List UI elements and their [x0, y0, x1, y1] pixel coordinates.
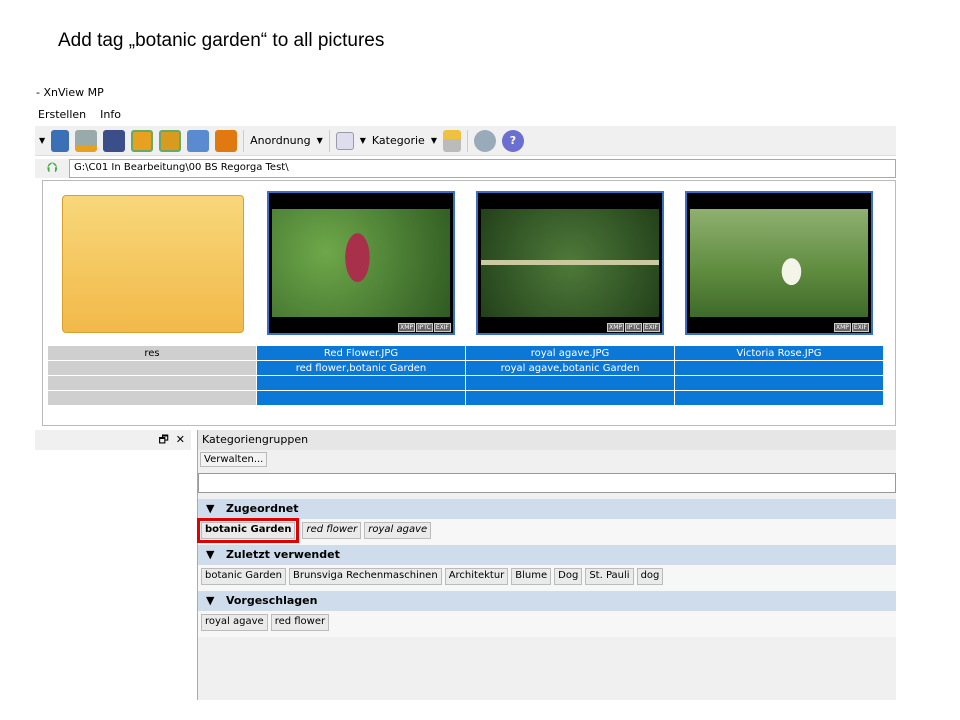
sort-icon[interactable]: [335, 131, 354, 150]
panel-title: Kategoriengruppen: [198, 430, 896, 450]
thumbnail: XMP IPTC EXIF: [267, 191, 455, 335]
item-name: Red Flower.JPG: [257, 346, 465, 361]
folder-icon: [62, 195, 244, 333]
tag-botanic-garden[interactable]: botanic Garden: [196, 518, 300, 543]
badge: EXIF: [642, 323, 660, 332]
gear-icon[interactable]: [473, 129, 496, 152]
image-item[interactable]: XMP IPTC EXIF Red Flower.JPG red flower,bo…: [257, 181, 465, 406]
slide-title: Add tag „botanic garden“ to all pictures: [58, 30, 385, 51]
float-icon[interactable]: 🗗: [158, 433, 168, 446]
section-recent[interactable]: ▼ Zuletzt verwendet: [198, 545, 896, 565]
empty-row: [466, 376, 674, 391]
capture-icon[interactable]: [187, 129, 210, 152]
item-name: res: [48, 346, 256, 361]
tag[interactable]: Blume: [511, 568, 552, 585]
toolbar: ▼ Anordnung ▼ ▼ Kategorie ▼ ?: [35, 126, 896, 156]
chevron-down-icon[interactable]: ▼: [431, 136, 437, 145]
category-button[interactable]: Kategorie: [372, 134, 425, 147]
item-name: Victoria Rose.JPG: [675, 346, 883, 361]
suggested-tags: royal agave red flower: [198, 611, 896, 637]
item-tags: [48, 361, 256, 376]
tag-royal-agave[interactable]: royal agave: [364, 522, 432, 539]
folder-tree-icon[interactable]: [442, 129, 461, 152]
tag[interactable]: Brunsviga Rechenmaschinen: [288, 568, 442, 585]
empty-row: [48, 391, 256, 406]
help-icon[interactable]: ?: [501, 129, 524, 152]
assigned-tags: botanic Garden red flower royal agave: [196, 518, 896, 545]
section-title: Vorgeschlagen: [225, 594, 318, 607]
item-tags: red flower,botanic Garden: [257, 361, 465, 376]
arrange-button[interactable]: Anordnung: [250, 134, 310, 147]
path-input[interactable]: G:\C01 In Bearbeitung\00 BS Regorga Test…: [69, 159, 896, 178]
chevron-down-icon[interactable]: ▼: [360, 136, 366, 145]
menu-bar: Erstellen Info: [38, 108, 121, 121]
tag[interactable]: botanic Garden: [201, 568, 286, 585]
separator: [328, 129, 330, 152]
recent-tags: botanic Garden Brunsviga Rechenmaschinen…: [198, 565, 896, 591]
folder-item[interactable]: res: [48, 181, 256, 406]
convert-icon[interactable]: [131, 129, 154, 152]
tag[interactable]: Architektur: [444, 568, 509, 585]
separator: [243, 129, 245, 152]
thumbnail: XMP IPTC EXIF: [476, 191, 664, 335]
tag[interactable]: royal agave: [201, 614, 268, 631]
tag[interactable]: red flower: [270, 614, 330, 631]
section-assigned[interactable]: ▼ Zugeordnet: [198, 499, 896, 519]
section-title: Zugeordnet: [225, 502, 299, 515]
slideshow-icon[interactable]: [215, 129, 238, 152]
print-icon[interactable]: [75, 129, 98, 152]
close-icon[interactable]: ✕: [176, 433, 185, 446]
empty-row: [675, 391, 883, 406]
category-search-input[interactable]: [198, 473, 896, 493]
manage-button[interactable]: Verwalten...: [200, 452, 268, 467]
batch-convert-icon[interactable]: [159, 129, 182, 152]
item-name: royal agave.JPG: [466, 346, 674, 361]
empty-row: [257, 391, 465, 406]
empty-row: [466, 391, 674, 406]
section-title: Zuletzt verwendet: [225, 548, 340, 561]
empty-row: [257, 376, 465, 391]
badge: XMP: [398, 323, 415, 332]
badge: XMP: [833, 323, 851, 332]
menu-erstellen[interactable]: Erstellen: [38, 108, 86, 121]
separator: [466, 129, 468, 152]
empty-row: [675, 376, 883, 391]
binoculars-icon[interactable]: [51, 129, 70, 152]
badge: XMP: [607, 323, 624, 332]
image-item[interactable]: XMP IPTC EXIF royal agave.JPG royal agave,…: [466, 181, 674, 406]
item-tags: [675, 361, 883, 376]
badge: IPTC: [415, 323, 433, 332]
tag-red-flower[interactable]: red flower: [302, 522, 362, 539]
thumbnail: XMP EXIF: [685, 191, 873, 335]
address-bar: ⮉ G:\C01 In Bearbeitung\00 BS Regorga Te…: [35, 159, 896, 178]
thumbnail-grid: res XMP IPTC EXIF Red Flower.JPG red flowe…: [42, 180, 896, 426]
category-panel: Kategoriengruppen Verwalten... ▼ Zugeord…: [196, 430, 896, 700]
chevron-down-icon[interactable]: ▼: [317, 136, 323, 145]
left-panel: 🗗 ✕: [35, 430, 191, 700]
menu-info[interactable]: Info: [100, 108, 121, 121]
tag[interactable]: Dog: [554, 568, 583, 585]
badge: EXIF: [433, 323, 451, 332]
tag[interactable]: dog: [636, 568, 664, 585]
badge: EXIF: [851, 323, 869, 332]
dropdown-icon[interactable]: ▼: [39, 136, 45, 145]
item-tags: royal agave,botanic Garden: [466, 361, 674, 376]
badge: IPTC: [624, 323, 642, 332]
up-arrow-icon[interactable]: ⮉: [47, 160, 58, 176]
section-suggested[interactable]: ▼ Vorgeschlagen: [198, 591, 896, 611]
image-item[interactable]: XMP EXIF Victoria Rose.JPG: [675, 181, 883, 406]
tag[interactable]: St. Pauli: [585, 568, 634, 585]
scanner-icon[interactable]: [103, 129, 126, 152]
empty-row: [48, 376, 256, 391]
window-title: - XnView MP: [36, 86, 104, 99]
